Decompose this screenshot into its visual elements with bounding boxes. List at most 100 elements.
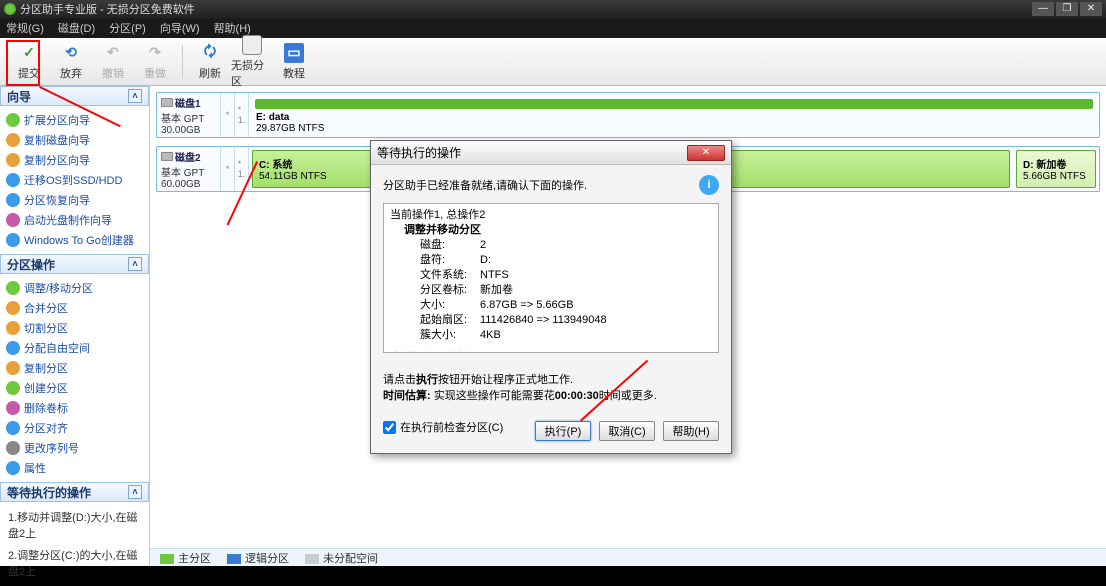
disk2-d-name: D: 新加卷: [1023, 156, 1089, 171]
sb-label: 复制磁盘向导: [24, 132, 90, 148]
slot: *1.: [235, 93, 249, 137]
op1-k: 磁盘:: [420, 238, 480, 253]
tutorial-button[interactable]: ▭ 教程: [273, 43, 315, 81]
sidebar-item-align[interactable]: 分区对齐: [2, 418, 147, 438]
sidebar-item-split[interactable]: 切割分区: [2, 318, 147, 338]
op1-v: 新加卷: [480, 283, 513, 298]
sidebar: 向导 ˄ 扩展分区向导 复制磁盘向导 复制分区向导 迁移OS到SSD/HDD 分…: [0, 86, 150, 566]
sidebar-item-copy[interactable]: 复制分区: [2, 358, 147, 378]
sidebar-item-label[interactable]: 删除卷标: [2, 398, 147, 418]
sidebar-item-extend[interactable]: 扩展分区向导: [2, 110, 147, 130]
create-icon: [6, 381, 20, 395]
dialog-message: 分区助手已经准备就绪,请确认下面的操作.: [383, 177, 587, 193]
operations-list[interactable]: 当前操作1, 总操作2 调整并移动分区 磁盘:2 盘符:D: 文件系统:NTFS…: [383, 203, 719, 353]
op1-k: 文件系统:: [420, 268, 480, 283]
disk1-size: 30.00GB: [161, 125, 216, 136]
sb-label: 迁移OS到SSD/HDD: [24, 172, 122, 188]
tutorial-icon: ▭: [284, 43, 304, 63]
copypart-icon: [6, 153, 20, 167]
sidebar-item-serial[interactable]: 更改序列号: [2, 438, 147, 458]
op1-v: 4KB: [480, 328, 501, 343]
disk1-type: 基本 GPT: [161, 110, 216, 125]
sidebar-item-merge[interactable]: 合并分区: [2, 298, 147, 318]
dialog-footer: 请点击执行按钮开始让程序正式地工作. 时间估算: 实现这些操作可能需要花00:0…: [371, 363, 731, 453]
sb-label: 分区对齐: [24, 420, 68, 436]
discard-icon: ⟲: [61, 43, 81, 63]
check-before-exec-checkbox[interactable]: [383, 421, 396, 434]
dialog-close-button[interactable]: ✕: [687, 145, 725, 161]
bootdisc-icon: [6, 213, 20, 227]
menu-general[interactable]: 常规(G): [6, 20, 44, 36]
lossless-button[interactable]: 无损分区: [231, 35, 273, 89]
op1-head: 当前操作1, 总操作2: [390, 208, 712, 223]
check-before-exec[interactable]: 在执行前检查分区(C): [383, 419, 503, 435]
sidebar-item-copydisk[interactable]: 复制磁盘向导: [2, 130, 147, 150]
disk1-usage-bar: [255, 99, 1093, 109]
menu-disk[interactable]: 磁盘(D): [58, 20, 95, 36]
pending-panel-title: 等待执行的操作: [7, 484, 91, 501]
pending-panel-head[interactable]: 等待执行的操作 ˄: [0, 482, 149, 502]
disk-icon: [161, 98, 173, 107]
dialog-titlebar[interactable]: 等待执行的操作 ✕: [371, 141, 731, 165]
align-icon: [6, 421, 20, 435]
sidebar-item-copypart[interactable]: 复制分区向导: [2, 150, 147, 170]
op1-k: 大小:: [420, 298, 480, 313]
sidebar-item-migrate[interactable]: 迁移OS到SSD/HDD: [2, 170, 147, 190]
sb-label: 属性: [24, 460, 46, 476]
maximize-button[interactable]: ❐: [1056, 2, 1078, 16]
sidebar-item-create[interactable]: 创建分区: [2, 378, 147, 398]
pending-item-2[interactable]: 2.调整分区(C:)的大小,在磁盘2上: [2, 544, 147, 582]
menu-partition[interactable]: 分区(P): [109, 20, 146, 36]
window-title: 分区助手专业版 - 无损分区免费软件: [20, 1, 195, 17]
sidebar-item-resize[interactable]: 调整/移动分区: [2, 278, 147, 298]
discard-label: 放弃: [60, 65, 82, 81]
collapse-icon[interactable]: ˄: [128, 485, 142, 499]
disk-row-1[interactable]: 磁盘1 基本 GPT 30.00GB * *1. E: data 29.87GB…: [156, 92, 1100, 138]
refresh-button[interactable]: 🗘 刷新: [189, 43, 231, 81]
recover-icon: [6, 193, 20, 207]
op1-title: 调整并移动分区: [390, 223, 712, 238]
close-button[interactable]: ✕: [1080, 2, 1102, 16]
redo-button[interactable]: ↷ 重做: [134, 43, 176, 81]
foot-line2: 时间估算: 实现这些操作可能需要花00:00:30时间或更多.: [383, 387, 719, 403]
partops-panel-title: 分区操作: [7, 256, 55, 273]
disk2-size: 60.00GB: [161, 179, 216, 190]
sb-label: 调整/移动分区: [24, 280, 93, 296]
op1-v: 111426840 => 113949048: [480, 313, 607, 328]
pending-item-1[interactable]: 1.移动并调整(D:)大小,在磁盘2上: [2, 506, 147, 544]
slot: *: [221, 93, 235, 137]
disk2-type: 基本 GPT: [161, 164, 216, 179]
toolbar-separator: [182, 45, 183, 79]
slot: *: [221, 147, 235, 191]
op1-v: D:: [480, 253, 491, 268]
lossless-label: 无损分区: [231, 57, 273, 89]
sidebar-item-wtg[interactable]: Windows To Go创建器: [2, 230, 147, 250]
legend-unalloc: 未分配空间: [305, 550, 378, 566]
partops-panel-head[interactable]: 分区操作 ˄: [0, 254, 149, 274]
prop-icon: [6, 461, 20, 475]
copydisk-icon: [6, 133, 20, 147]
undo-button[interactable]: ↶ 撤销: [92, 43, 134, 81]
pending-panel-body: 1.移动并调整(D:)大小,在磁盘2上 2.调整分区(C:)的大小,在磁盘2上: [0, 502, 149, 586]
cancel-button[interactable]: 取消(C): [599, 421, 655, 441]
sidebar-item-recover[interactable]: 分区恢复向导: [2, 190, 147, 210]
minimize-button[interactable]: —: [1032, 2, 1054, 16]
discard-button[interactable]: ⟲ 放弃: [50, 43, 92, 81]
menu-wizard[interactable]: 向导(W): [160, 20, 200, 36]
sidebar-item-alloc[interactable]: 分配自由空间: [2, 338, 147, 358]
sb-label: 复制分区向导: [24, 152, 90, 168]
sidebar-item-prop[interactable]: 属性: [2, 458, 147, 478]
help-button[interactable]: 帮助(H): [663, 421, 719, 441]
sb-label: 启动光盘制作向导: [24, 212, 112, 228]
sb-label: 合并分区: [24, 300, 68, 316]
op1-k: 起始扇区:: [420, 313, 480, 328]
disk2-part-d[interactable]: D: 新加卷 5.66GB NTFS: [1016, 150, 1096, 188]
collapse-icon[interactable]: ˄: [128, 257, 142, 271]
disk1-name: 磁盘1: [175, 95, 201, 110]
execute-button[interactable]: 执行(P): [535, 421, 591, 441]
partops-panel-body: 调整/移动分区 合并分区 切割分区 分配自由空间 复制分区 创建分区 删除卷标 …: [0, 274, 149, 482]
refresh-label: 刷新: [199, 65, 221, 81]
collapse-icon[interactable]: ˄: [128, 89, 142, 103]
legend-primary: 主分区: [160, 550, 211, 566]
sidebar-item-bootdisc[interactable]: 启动光盘制作向导: [2, 210, 147, 230]
